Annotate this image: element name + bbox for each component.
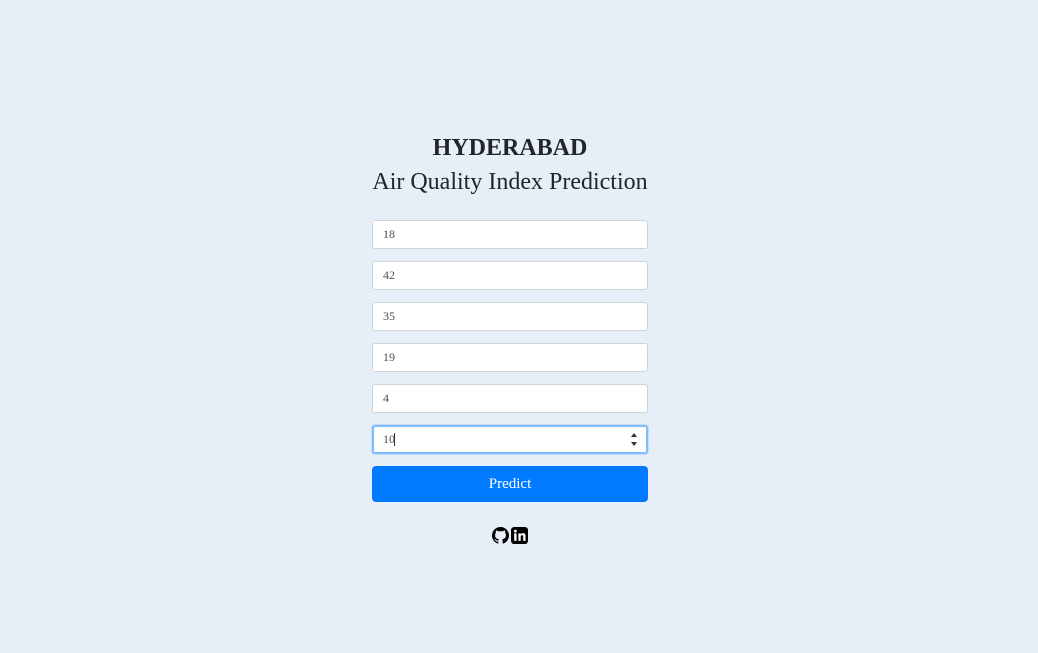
linkedin-link[interactable] [511, 527, 528, 544]
input-field-6[interactable] [372, 425, 648, 454]
text-caret [394, 433, 395, 446]
linkedin-icon [511, 527, 528, 544]
input-field-1[interactable] [372, 220, 648, 249]
number-spinner[interactable] [630, 433, 638, 446]
city-title: HYDERABAD [432, 135, 588, 161]
spin-down-icon[interactable] [631, 442, 637, 446]
prediction-form: Predict [372, 220, 648, 502]
main-container: HYDERABAD Air Quality Index Prediction P… [372, 133, 648, 545]
github-icon [492, 527, 509, 544]
predict-button[interactable]: Predict [372, 466, 648, 502]
input-field-2[interactable] [372, 261, 648, 290]
input-field-5[interactable] [372, 384, 648, 413]
github-link[interactable] [492, 527, 509, 544]
input-field-4[interactable] [372, 343, 648, 372]
input-field-3[interactable] [372, 302, 648, 331]
page-subtitle: Air Quality Index Prediction [372, 169, 648, 195]
spin-up-icon[interactable] [631, 433, 637, 437]
social-links [372, 527, 648, 545]
input-field-6-wrapper [372, 425, 648, 454]
